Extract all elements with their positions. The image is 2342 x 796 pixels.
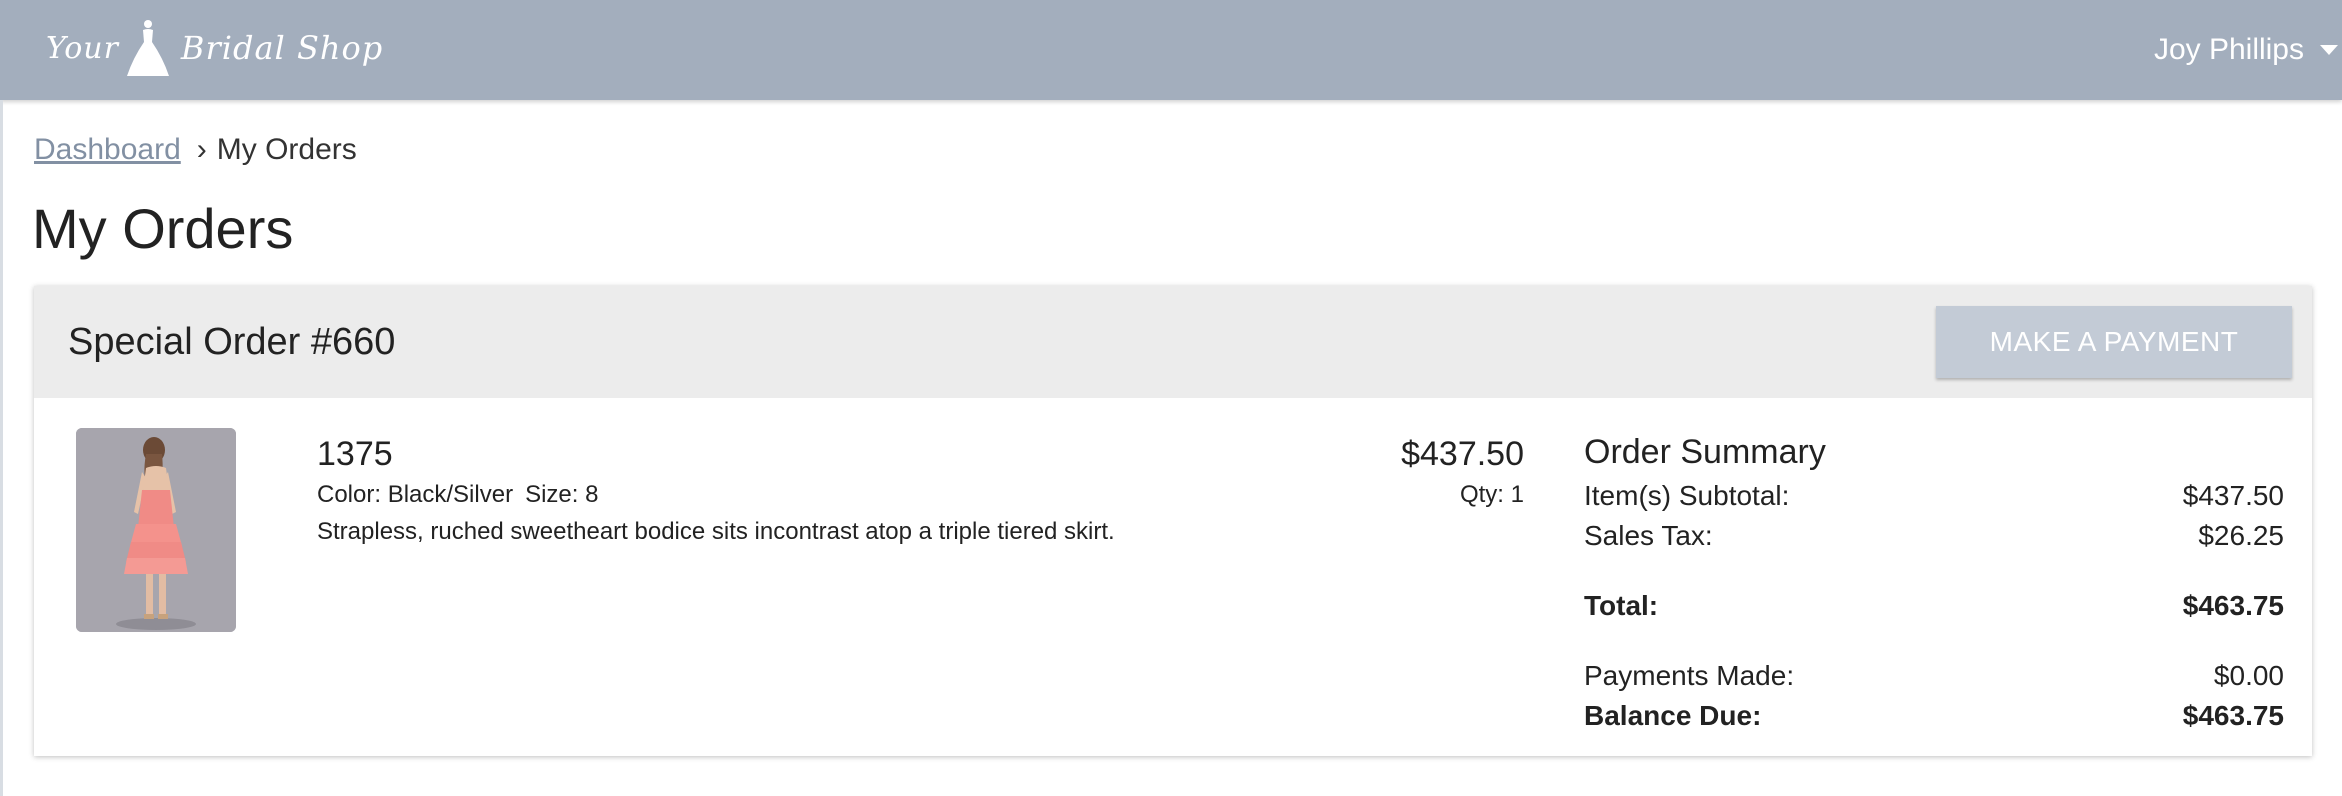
subtotal-label: Item(s) Subtotal: <box>1584 480 1790 511</box>
left-divider <box>0 100 3 796</box>
total-row: Total: $463.75 <box>1584 586 2284 626</box>
order-card-header: Special Order #660 MAKE A PAYMENT <box>34 286 2312 398</box>
item-description: Strapless, ruched sweetheart bodice sits… <box>317 518 1115 545</box>
item-quantity: Qty: 1 <box>1459 481 1524 508</box>
breadcrumb-separator: › <box>196 133 207 166</box>
sales-tax-value: $26.25 <box>2198 520 2284 551</box>
total-label: Total: <box>1584 590 1659 621</box>
top-navbar: Your Bridal Shop Joy Phillips <box>0 0 2342 100</box>
item-price: $437.50 <box>1401 435 1524 473</box>
make-payment-button[interactable]: MAKE A PAYMENT <box>1936 306 2292 378</box>
balance-due-value: $463.75 <box>2182 700 2284 731</box>
order-title: Special Order #660 <box>68 321 396 363</box>
item-attributes: Color: Black/Silver Size: 8 <box>317 478 598 512</box>
item-size: Size: 8 <box>525 481 599 508</box>
breadcrumb-dashboard-link[interactable]: Dashboard <box>34 133 181 167</box>
subtotal-value: $437.50 <box>2182 480 2284 511</box>
order-summary-title: Order Summary <box>1584 433 1826 471</box>
brand-logo[interactable]: Your Bridal Shop <box>46 18 383 78</box>
payments-made-value: $0.00 <box>2213 660 2284 691</box>
payments-made-row: Payments Made: $0.00 <box>1584 656 2284 696</box>
subtotal-row: Item(s) Subtotal: $437.50 <box>1584 476 2284 516</box>
caret-down-icon <box>2320 45 2338 55</box>
page-title: My Orders <box>32 197 294 260</box>
balance-due-row: Balance Due: $463.75 <box>1584 696 2284 736</box>
order-summary: Order Summary Item(s) Subtotal: $437.50 … <box>1584 428 2284 736</box>
logo-text-your: Your <box>46 30 119 66</box>
sales-tax-label: Sales Tax: <box>1584 520 1713 551</box>
logo-text-bridal-shop: Bridal Shop <box>180 29 384 67</box>
dress-logo-icon <box>126 20 169 76</box>
item-color: Color: Black/Silver <box>317 481 514 508</box>
product-image[interactable] <box>76 428 236 632</box>
sales-tax-row: Sales Tax: $26.25 <box>1584 516 2284 556</box>
total-value: $463.75 <box>2182 590 2284 621</box>
payments-made-label: Payments Made: <box>1584 660 1795 691</box>
breadcrumb: Dashboard › My Orders <box>34 130 357 170</box>
breadcrumb-current: My Orders <box>216 133 357 166</box>
user-name: Joy Phillips <box>2153 33 2304 66</box>
dress-product-icon <box>76 428 236 632</box>
user-menu-dropdown[interactable]: Joy Phillips <box>2154 28 2342 72</box>
order-card: Special Order #660 MAKE A PAYMENT 1375 C… <box>34 286 2312 756</box>
balance-due-label: Balance Due: <box>1584 700 1762 731</box>
item-style-number: 1375 <box>317 435 393 473</box>
